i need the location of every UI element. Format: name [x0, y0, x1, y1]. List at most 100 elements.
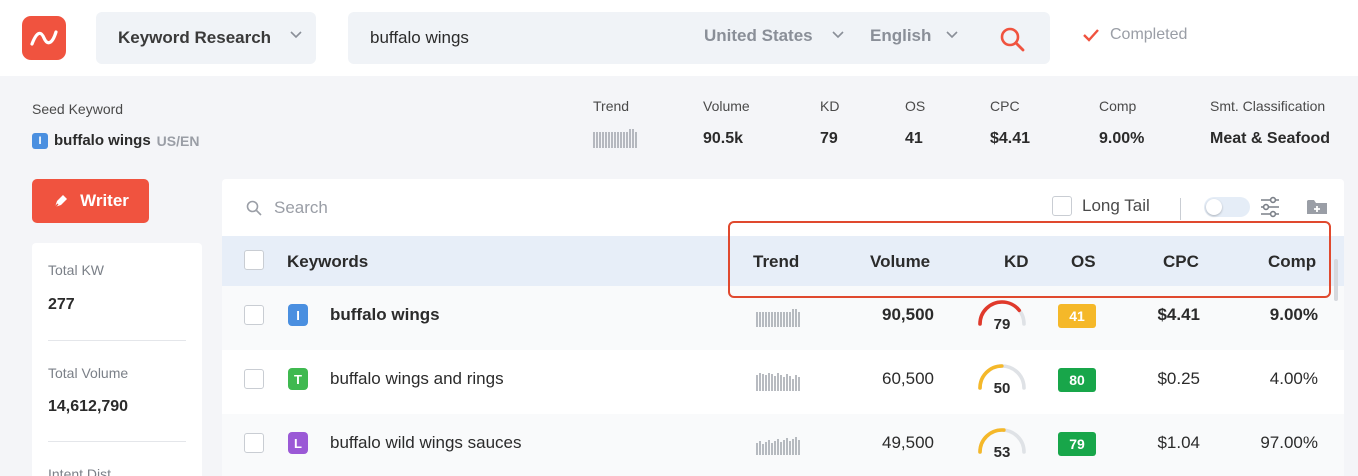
metric-value: Meat & Seafood [1210, 130, 1331, 147]
seed-keyword-label: Seed Keyword [32, 101, 124, 117]
intent-badge: I [32, 132, 48, 149]
writer-button[interactable]: Writer [32, 179, 149, 223]
search-icon [246, 200, 262, 216]
seed-metric-comp: Comp 9.00% [1099, 98, 1144, 147]
table-search-input[interactable]: Search [274, 198, 328, 218]
metric-label: Smt. Classification [1210, 98, 1326, 114]
metric-label: KD [820, 98, 840, 114]
comp-value: 4.00% [1269, 369, 1318, 388]
app-logo-icon[interactable] [22, 16, 66, 60]
table-row[interactable]: L buffalo wild wings sauces 49,500 53 79… [222, 414, 1344, 476]
cpc-value: $1.04 [1157, 433, 1200, 452]
kd-gauge: 79 [974, 298, 1030, 338]
volume-value: 49,500 [882, 433, 934, 452]
stat-value: 277 [48, 296, 75, 313]
chevron-down-icon [946, 31, 958, 39]
long-tail-label: Long Tail [1082, 196, 1150, 215]
seed-metric-volume: Volume 90.5k [703, 98, 750, 147]
stats-panel: Total KW 277 Total Volume 14,612,790 Int… [32, 243, 202, 476]
status-indicator: Completed [1082, 26, 1187, 44]
seed-metric-classification: Smt. Classification Meat & Seafood [1210, 98, 1330, 147]
table-scrollbar[interactable] [1334, 259, 1338, 301]
keyword-query-input[interactable]: buffalo wings [370, 28, 469, 48]
comp-value: 97.00% [1260, 433, 1318, 452]
keyword-text[interactable]: buffalo wings and rings [330, 369, 504, 389]
chevron-down-icon [832, 31, 844, 39]
kd-value: 50 [993, 380, 1011, 397]
seed-locale: US/EN [156, 132, 200, 149]
sliders-icon[interactable] [1260, 196, 1280, 218]
top-bar: Keyword Research buffalo wings United St… [0, 0, 1358, 76]
checkmark-icon [1083, 29, 1099, 42]
metric-label: Volume [703, 98, 750, 114]
seed-keyword: I buffalo wings US/EN [32, 132, 199, 149]
intent-badge: T [288, 368, 308, 390]
column-header-volume[interactable]: Volume [870, 252, 930, 272]
long-tail-checkbox[interactable] [1052, 196, 1072, 216]
status-text: Completed [1110, 26, 1188, 43]
row-checkbox[interactable] [244, 305, 264, 325]
intent-badge: I [288, 304, 308, 326]
kd-gauge: 50 [974, 362, 1030, 402]
column-header-comp[interactable]: Comp [1268, 252, 1316, 272]
table-row[interactable]: T buffalo wings and rings 60,500 50 80 $… [222, 350, 1344, 414]
seed-metric-cpc: CPC $4.41 [990, 98, 1030, 147]
country-select[interactable]: United States [704, 26, 813, 46]
row-checkbox[interactable] [244, 433, 264, 453]
pen-icon [53, 195, 68, 209]
trend-sparkline-icon [756, 437, 800, 455]
volume-value: 90,500 [882, 305, 934, 324]
os-badge: 80 [1058, 368, 1096, 392]
chevron-down-icon [290, 31, 302, 39]
keyword-text[interactable]: buffalo wild wings sauces [330, 433, 522, 453]
volume-value: 60,500 [882, 369, 934, 388]
trend-sparkline-icon [756, 309, 800, 327]
cpc-value: $4.41 [1157, 305, 1200, 324]
table-row[interactable]: I buffalo wings 90,500 79 41 $4.41 9.00% [222, 286, 1344, 350]
writer-button-label: Writer [80, 191, 129, 210]
intent-badge: L [288, 432, 308, 454]
toggle-knob [1206, 199, 1222, 215]
table-search[interactable]: Search [246, 198, 328, 218]
seed-metric-os: OS 41 [905, 98, 926, 147]
keywords-table-panel: Search Long Tail Keywords Trend Volume K… [222, 179, 1344, 476]
search-icon[interactable] [998, 25, 1026, 53]
column-header-trend[interactable]: Trend [753, 252, 799, 272]
column-header-cpc[interactable]: CPC [1163, 252, 1199, 272]
keyword-search-bar: buffalo wings United States English [348, 12, 1050, 64]
trend-sparkline-icon [756, 373, 800, 391]
metric-value: 79 [820, 130, 838, 147]
metric-value: 41 [905, 130, 923, 147]
kd-gauge: 53 [974, 426, 1030, 466]
column-header-os[interactable]: OS [1071, 252, 1096, 272]
seed-metric-kd: KD 79 [820, 98, 840, 147]
divider [1180, 198, 1181, 220]
keyword-text[interactable]: buffalo wings [330, 305, 440, 325]
seed-keyword-text: buffalo wings [54, 132, 151, 149]
metric-value: 90.5k [703, 130, 744, 147]
kd-value: 53 [993, 444, 1011, 461]
long-tail-filter[interactable]: Long Tail [1052, 196, 1150, 216]
row-checkbox[interactable] [244, 369, 264, 389]
language-select[interactable]: English [870, 26, 931, 46]
os-badge: 41 [1058, 304, 1096, 328]
stat-label: Total KW [48, 262, 105, 278]
divider [48, 340, 186, 341]
select-all-checkbox[interactable] [244, 250, 264, 270]
column-header-kd[interactable]: KD [1004, 252, 1029, 272]
stat-label: Intent Dist. [48, 466, 115, 476]
cpc-value: $0.25 [1157, 369, 1200, 388]
tool-dropdown-label: Keyword Research [118, 28, 272, 47]
metric-label: OS [905, 98, 926, 114]
metric-label: CPC [990, 98, 1020, 114]
metric-label: Trend [593, 98, 630, 114]
metric-value: 9.00% [1099, 130, 1145, 147]
comp-value: 9.00% [1269, 305, 1318, 324]
trend-sparkline-icon [593, 129, 637, 148]
table-header: Keywords Trend Volume KD OS CPC Comp [222, 236, 1344, 286]
tool-dropdown[interactable]: Keyword Research [96, 12, 316, 64]
column-header-keywords[interactable]: Keywords [287, 252, 368, 272]
add-folder-icon[interactable] [1306, 198, 1328, 216]
view-toggle[interactable] [1204, 197, 1250, 217]
seed-metric-trend: Trend [593, 98, 637, 148]
